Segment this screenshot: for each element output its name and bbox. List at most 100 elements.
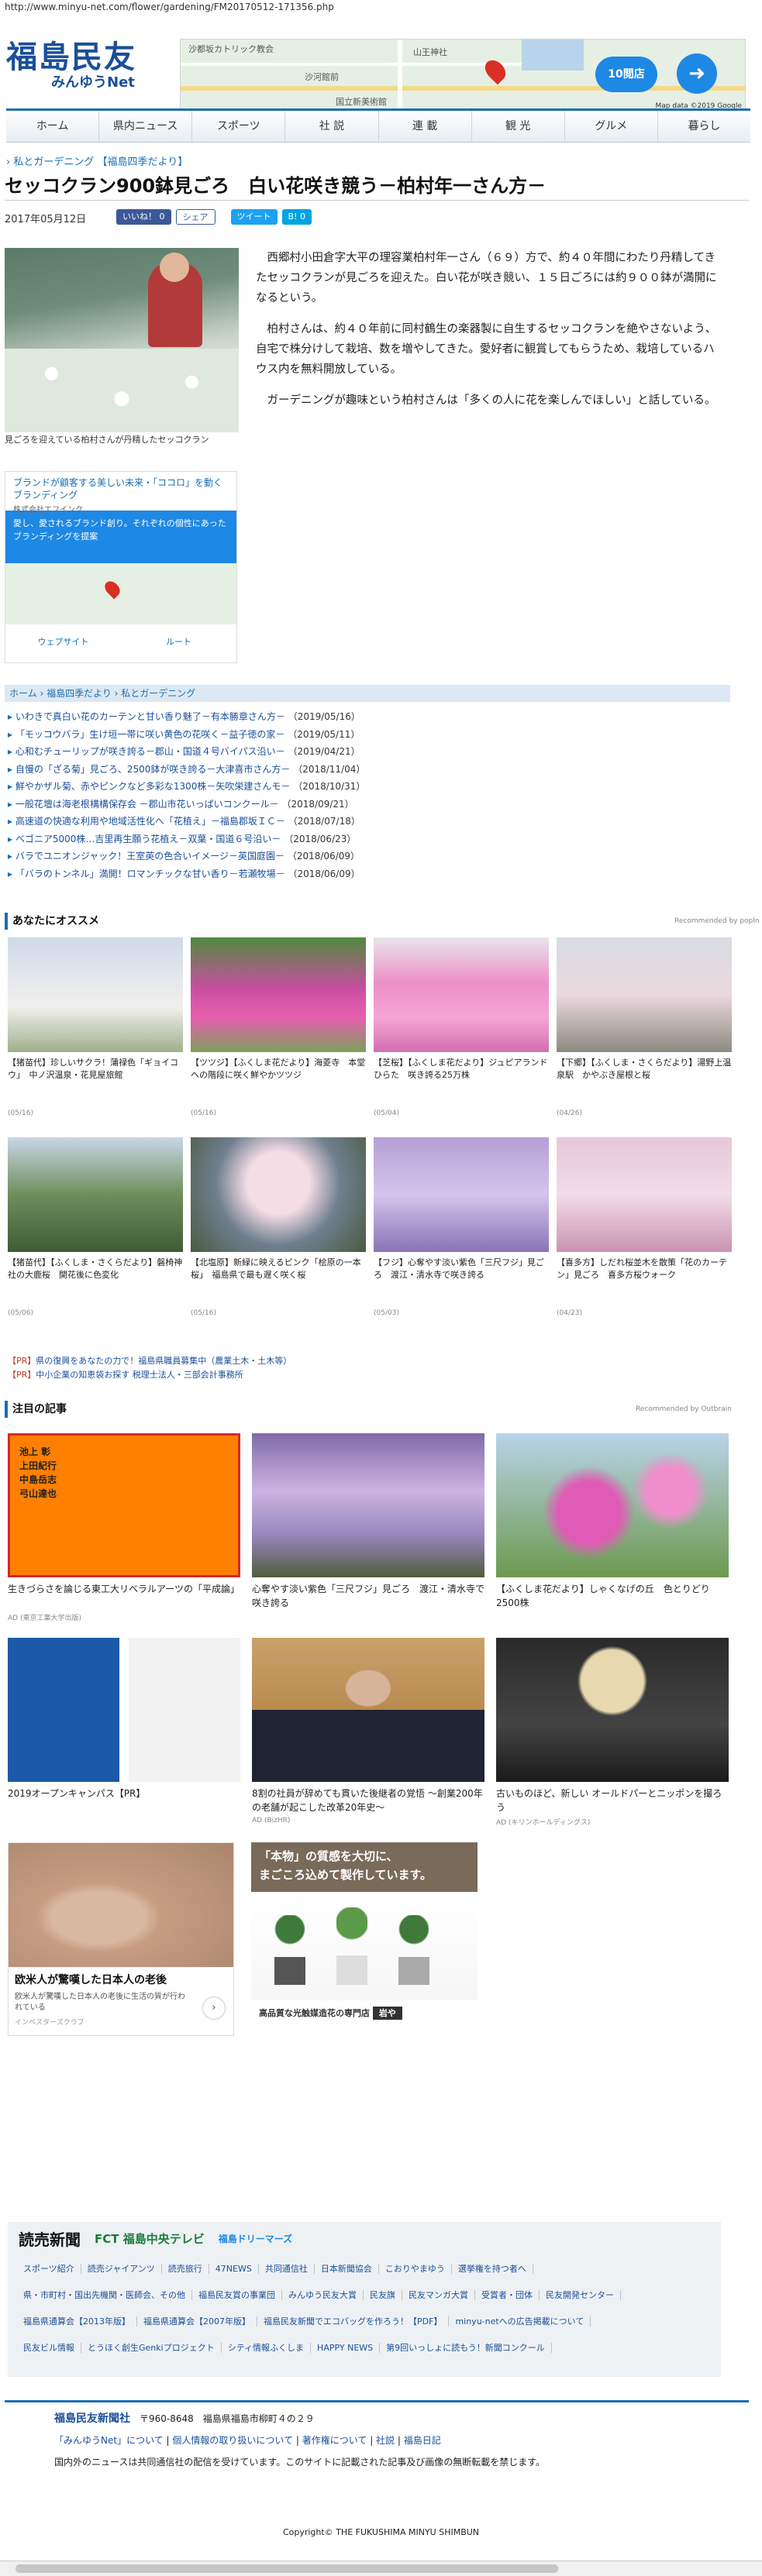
- recommend-provider[interactable]: Recommended by popIn: [674, 917, 760, 925]
- footer-link[interactable]: 民友旗: [364, 2290, 402, 2300]
- side-ad-map[interactable]: [5, 563, 236, 624]
- footer-link[interactable]: 民友ビル情報: [17, 2343, 81, 2353]
- footer-link[interactable]: 日本新聞協会: [314, 2264, 379, 2274]
- notable-card[interactable]: 【ふくしま花だより】しゃくなげの丘 色とりどり2500株: [496, 1433, 729, 1622]
- footer-link[interactable]: 読売旅行: [161, 2264, 209, 2274]
- related-item[interactable]: ベゴニア5000株…吉里再生願う花植え－双葉・国道６号沿い－ （2018/06/…: [8, 831, 729, 848]
- footer-link[interactable]: minyu-netへの広告掲載について: [449, 2316, 591, 2327]
- footer-link[interactable]: 福島民友新聞でエコバッグを作ろう！【PDF】: [257, 2316, 450, 2327]
- recommend-card[interactable]: 【芝桜】【ふくしま花だより】ジュピアランドひらた 咲き誇る25万株 (05/04…: [374, 937, 549, 1117]
- tweet-button[interactable]: ツイート: [230, 209, 278, 225]
- footer-link[interactable]: 受賞者・団体: [475, 2290, 540, 2300]
- hatena-bookmark-button[interactable]: B! 0: [281, 209, 312, 225]
- recommend-card[interactable]: 【フジ】心奪やす淡い紫色「三尺フジ」見ごろ 渡江・清水寺で咲き誇る (05/03…: [374, 1137, 549, 1317]
- company-name[interactable]: 福島民友新聞社: [54, 2413, 130, 2425]
- route-button[interactable]: ルート: [121, 624, 236, 659]
- about-link[interactable]: 「みんゆうNet」について: [54, 2435, 164, 2446]
- copyright-link[interactable]: 著作権について: [302, 2435, 367, 2446]
- breadcrumb-seasons[interactable]: 福島四季だより: [47, 688, 112, 699]
- yomiuri-logo[interactable]: 読売新聞: [19, 2227, 81, 2250]
- notable-card[interactable]: 心奪やす淡い紫色「三尺フジ」見ごろ 渡江・清水寺で咲き誇る: [252, 1433, 484, 1622]
- nav-home[interactable]: ホーム: [6, 111, 100, 142]
- display-ad-left[interactable]: 欧米人が驚嘆した日本人の老後 欧米人が驚嘆した日本人の老後に生活の質が行われてい…: [8, 1842, 234, 2036]
- nav-local-news[interactable]: 県内ニュース: [99, 111, 193, 142]
- article-photo[interactable]: [5, 248, 239, 432]
- facebook-like-button[interactable]: いいね！ 0: [116, 209, 171, 225]
- footer-link[interactable]: 読売ジャイアンツ: [81, 2264, 162, 2274]
- notable-title: 【ふくしま花だより】しゃくなげの丘 色とりどり2500株: [496, 1584, 710, 1608]
- website-button[interactable]: ウェブサイト: [5, 624, 121, 659]
- notable-source: AD (東京工業大学出版): [8, 1615, 81, 1622]
- breadcrumb-gardening[interactable]: 私とガーデニング: [121, 688, 195, 699]
- map-ad-banner[interactable]: 沙都坂カトリック教会 山王神社 沙河館前 国立新美術館 10閲店 ➜ Map d…: [180, 39, 746, 112]
- related-item[interactable]: 「バラのトンネル」満開！ロマンチックな甘い香り－若瀬牧場－ （2018/06/0…: [8, 865, 729, 883]
- fct-logo[interactable]: FCT 福島中央テレビ: [95, 2230, 205, 2247]
- chevron-right-icon[interactable]: ›: [202, 1996, 226, 2020]
- side-ad-title[interactable]: ブランドが顧客する美しい未来・「ココロ」を動くブランディング: [13, 476, 229, 501]
- scrollbar-thumb[interactable]: [16, 2564, 558, 2573]
- footer-link[interactable]: 選挙権を持つ者へ: [451, 2264, 533, 2274]
- nav-tourism[interactable]: 観 光: [472, 111, 565, 142]
- editorial-link[interactable]: 社説: [376, 2435, 395, 2446]
- subcategory-link[interactable]: 【福島四季だより】: [98, 156, 188, 168]
- footer-link[interactable]: 民友開発センター: [540, 2290, 621, 2300]
- display-ad-right[interactable]: 「本物」の質感を大切に、 まごころ込めて製作しています。 高品質な光触媒造花の専…: [251, 1842, 478, 2036]
- footer-link[interactable]: 福島民友賞の事業団: [192, 2290, 282, 2300]
- recommend-card[interactable]: 【喜多方】しだれ桜並木を散策「花のカーテン」見ごろ 喜多方桜ウォーク (04/2…: [557, 1137, 732, 1317]
- directions-icon[interactable]: ➜: [677, 53, 717, 94]
- notable-card[interactable]: 8割の社員が辞めても貫いた後継者の覚悟 ～創業200年の老舗が起こした改革20年…: [252, 1638, 484, 1827]
- recommend-card[interactable]: 【猪苗代】珍しいサクラ！蒲禄色「ギョイコウ」 中ノ沢温泉・花見屋旅館 (05/1…: [8, 937, 183, 1117]
- footer-link[interactable]: 第9回いっしょに読もう！新聞コンクール: [380, 2343, 552, 2353]
- footer-link[interactable]: とうほく創生Genkiプロジェクト: [81, 2343, 222, 2353]
- nav-series[interactable]: 連 載: [379, 111, 472, 142]
- notable-card[interactable]: 池上 彰 上田紀行 中島岳志 弓山達也 生きづらさを論じる東工大リベラルアーツの…: [8, 1433, 240, 1622]
- related-item[interactable]: 心和むチューリップが咲き誇る－郡山・国道４号バイパス沿い－ （2019/04/2…: [8, 743, 729, 761]
- footer-link[interactable]: 47NEWS: [209, 2264, 259, 2274]
- nav-editorial[interactable]: 社 説: [285, 111, 379, 142]
- footer-link[interactable]: スポーツ紹介: [17, 2264, 81, 2274]
- related-item[interactable]: いわきで真白い花のカーテンと甘い香り魅了－有本勝章さん方－ （2019/05/1…: [8, 708, 729, 726]
- side-ad-description[interactable]: 愛し、愛されるブランド創り。それぞれの個性にあったブランディングを提案: [5, 511, 236, 563]
- notable-card[interactable]: 古いものほど、新しい オールドパーとニッポンを撮ろう AD (キリンホールディン…: [496, 1638, 729, 1827]
- footer-link[interactable]: シティ情報ふくしま: [221, 2343, 312, 2353]
- footer-link[interactable]: みんゆう民友大賞: [282, 2290, 364, 2300]
- notable-provider[interactable]: Recommended by Outbrain: [636, 1405, 732, 1413]
- pr-link[interactable]: 【PR】県の復興をあなたの力で！福島県職員募集中（農業土木・土木等）: [8, 1354, 291, 1368]
- privacy-link[interactable]: 個人情報の取り扱いについて: [172, 2435, 293, 2446]
- recommend-grid: 【猪苗代】珍しいサクラ！蒲禄色「ギョイコウ」 中ノ沢温泉・花見屋旅館 (05/1…: [8, 937, 733, 1117]
- horizontal-scrollbar[interactable]: [0, 2561, 762, 2576]
- diary-link[interactable]: 福島日記: [404, 2435, 441, 2446]
- notable-title: 心奪やす淡い紫色「三尺フジ」見ごろ 渡江・清水寺で咲き誇る: [252, 1584, 484, 1608]
- category-link[interactable]: 私とガーデニング: [13, 156, 94, 168]
- address-bar[interactable]: http://www.minyu-net.com/flower/gardenin…: [0, 0, 762, 17]
- side-ad[interactable]: ブランドが顧客する美しい未来・「ココロ」を動くブランディング 株式会社エフインク…: [5, 471, 237, 663]
- related-item[interactable]: 「モッコウバラ」生け垣一帯に咲い黄色の花咲く－益子徳の家－ （2019/05/1…: [8, 726, 729, 744]
- related-item[interactable]: 一般花壇は海老根構構保存会 －郡山市花いっぱいコンクール－ （2018/09/2…: [8, 796, 729, 813]
- related-item[interactable]: バラでユニオンジャック！王室英の色合いイメージ－英国庭園－ （2018/06/0…: [8, 848, 729, 865]
- notable-card[interactable]: 2019オープンキャンパス【PR】: [8, 1638, 240, 1827]
- footer-link[interactable]: 県・市町村・国出先機関・医師会、その他: [17, 2290, 192, 2300]
- related-item[interactable]: 鮮やかザル菊、赤やピンクなど多彩な1300株－矢吹栄建さんモ－ （2018/10…: [8, 778, 729, 796]
- related-item[interactable]: 自慢の「ざる菊」見ごろ、2500鉢が咲き誇る－大津喜市さん方－ （2018/11…: [8, 761, 729, 779]
- recommend-card[interactable]: 【猪苗代】【ふくしま・さくらだより】磐椅神社の大鹿桜 開花後に色変化 (05/0…: [8, 1137, 183, 1317]
- map-water: [522, 40, 584, 71]
- footer-link[interactable]: 福島県通算会【2013年版】: [17, 2316, 137, 2327]
- recommend-card[interactable]: 【ツツジ】【ふくしま花だより】海菱寺 本堂への階段に咲く鮮やかツツジ (05/1…: [191, 937, 366, 1117]
- facebook-share-button[interactable]: シェア: [175, 209, 215, 225]
- related-item[interactable]: 高速道の快適な利用や地域活性化へ「花植え」－福島郡坂ＩＣ－ （2018/07/1…: [8, 813, 729, 831]
- nav-gourmet[interactable]: グルメ: [565, 111, 658, 142]
- footer-link[interactable]: 民友マンガ大賞: [402, 2290, 475, 2300]
- fukushima-dreamers-logo[interactable]: 福島ドリーマーズ: [219, 2232, 292, 2245]
- breadcrumb-home[interactable]: ホーム: [9, 688, 37, 699]
- site-logo[interactable]: 福島民友 みんゆうNet: [6, 40, 169, 95]
- store-count-button[interactable]: 10閲店: [595, 57, 657, 92]
- footer-link[interactable]: 福島県通算会【2007年版】: [137, 2316, 257, 2327]
- recommend-card[interactable]: 【下郷】【ふくしま・さくらだより】湯野上温泉駅 かやぶき屋根と桜 (04/26): [557, 937, 732, 1117]
- pr-link[interactable]: 【PR】中小企業の知恵袋お探す 税理士法人・三部会計事務所: [8, 1368, 291, 1382]
- nav-sports[interactable]: スポーツ: [192, 111, 286, 142]
- footer-link[interactable]: HAPPY NEWS: [311, 2343, 381, 2353]
- nav-living[interactable]: 暮らし: [658, 111, 750, 142]
- footer-link[interactable]: こおりやまゆう: [378, 2264, 452, 2274]
- footer-link[interactable]: 共同通信社: [258, 2264, 315, 2274]
- recommend-card[interactable]: 【北塩原】新緑に映えるピンク「桧原の一本桜」 福島県で最も遅く咲く桜 (05/1…: [191, 1137, 366, 1317]
